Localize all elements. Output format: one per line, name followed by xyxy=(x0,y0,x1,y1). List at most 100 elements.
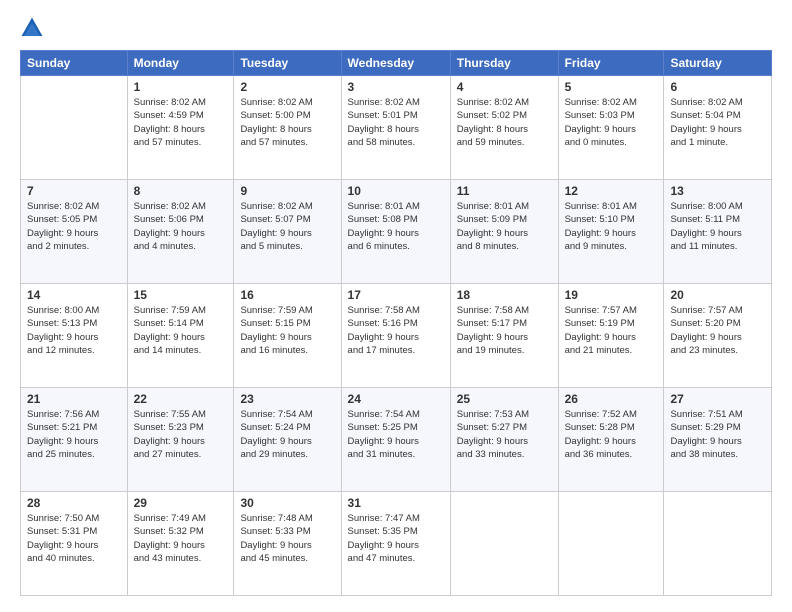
day-number: 14 xyxy=(27,288,121,302)
day-number: 24 xyxy=(348,392,444,406)
day-info: Sunrise: 7:57 AMSunset: 5:20 PMDaylight:… xyxy=(670,304,765,357)
day-number: 5 xyxy=(565,80,658,94)
calendar-cell: 31Sunrise: 7:47 AMSunset: 5:35 PMDayligh… xyxy=(341,492,450,596)
weekday-row: SundayMondayTuesdayWednesdayThursdayFrid… xyxy=(21,51,772,76)
day-number: 6 xyxy=(670,80,765,94)
day-number: 10 xyxy=(348,184,444,198)
day-number: 22 xyxy=(134,392,228,406)
day-info: Sunrise: 7:48 AMSunset: 5:33 PMDaylight:… xyxy=(240,512,334,565)
day-number: 30 xyxy=(240,496,334,510)
logo-icon xyxy=(20,16,44,40)
day-number: 9 xyxy=(240,184,334,198)
day-number: 3 xyxy=(348,80,444,94)
calendar-cell: 5 Sunrise: 8:02 AMSunset: 5:03 PMDaylight… xyxy=(558,76,664,180)
calendar-cell: 12Sunrise: 8:01 AMSunset: 5:10 PMDayligh… xyxy=(558,180,664,284)
day-info: Sunrise: 7:54 AMSunset: 5:24 PMDaylight:… xyxy=(240,408,334,461)
calendar-cell: 2 Sunrise: 8:02 AMSunset: 5:00 PMDaylight… xyxy=(234,76,341,180)
weekday-header-sunday: Sunday xyxy=(21,51,128,76)
calendar-cell: 15 Sunrise: 7:59 AMSunset: 5:14 PMDayligh… xyxy=(127,284,234,388)
day-info: Sunrise: 8:02 AMSunset: 5:07 PMDaylight:… xyxy=(240,200,334,253)
day-info: Sunrise: 7:56 AMSunset: 5:21 PMDaylight:… xyxy=(27,408,121,461)
day-number: 26 xyxy=(565,392,658,406)
day-info: Sunrise: 7:51 AMSunset: 5:29 PMDaylight:… xyxy=(670,408,765,461)
day-info: Sunrise: 8:00 AMSunset: 5:11 PMDaylight:… xyxy=(670,200,765,253)
day-number: 13 xyxy=(670,184,765,198)
day-number: 21 xyxy=(27,392,121,406)
day-number: 20 xyxy=(670,288,765,302)
week-row-1: 1 Sunrise: 8:02 AMSunset: 4:59 PMDaylight… xyxy=(21,76,772,180)
day-number: 19 xyxy=(565,288,658,302)
day-number: 23 xyxy=(240,392,334,406)
day-info: Sunrise: 7:54 AMSunset: 5:25 PMDaylight:… xyxy=(348,408,444,461)
calendar-cell: 24 Sunrise: 7:54 AMSunset: 5:25 PMDayligh… xyxy=(341,388,450,492)
calendar-cell xyxy=(450,492,558,596)
day-info: Sunrise: 8:02 AMSunset: 4:59 PMDaylight:… xyxy=(134,96,228,149)
day-info: Sunrise: 8:01 AMSunset: 5:10 PMDaylight:… xyxy=(565,200,658,253)
calendar-cell: 14 Sunrise: 8:00 AMSunset: 5:13 PMDayligh… xyxy=(21,284,128,388)
day-info: Sunrise: 8:02 AMSunset: 5:00 PMDaylight:… xyxy=(240,96,334,149)
header xyxy=(20,16,772,40)
calendar-cell: 3 Sunrise: 8:02 AMSunset: 5:01 PMDaylight… xyxy=(341,76,450,180)
week-row-3: 14 Sunrise: 8:00 AMSunset: 5:13 PMDayligh… xyxy=(21,284,772,388)
calendar-cell: 21 Sunrise: 7:56 AMSunset: 5:21 PMDayligh… xyxy=(21,388,128,492)
day-number: 11 xyxy=(457,184,552,198)
calendar-cell: 17Sunrise: 7:58 AMSunset: 5:16 PMDayligh… xyxy=(341,284,450,388)
weekday-header-wednesday: Wednesday xyxy=(341,51,450,76)
calendar-cell: 19 Sunrise: 7:57 AMSunset: 5:19 PMDayligh… xyxy=(558,284,664,388)
day-info: Sunrise: 7:53 AMSunset: 5:27 PMDaylight:… xyxy=(457,408,552,461)
calendar-cell: 26 Sunrise: 7:52 AMSunset: 5:28 PMDayligh… xyxy=(558,388,664,492)
calendar-body: 1 Sunrise: 8:02 AMSunset: 4:59 PMDaylight… xyxy=(21,76,772,596)
day-number: 27 xyxy=(670,392,765,406)
weekday-header-tuesday: Tuesday xyxy=(234,51,341,76)
weekday-header-saturday: Saturday xyxy=(664,51,772,76)
weekday-header-friday: Friday xyxy=(558,51,664,76)
day-number: 1 xyxy=(134,80,228,94)
day-info: Sunrise: 8:02 AMSunset: 5:05 PMDaylight:… xyxy=(27,200,121,253)
calendar-cell: 20 Sunrise: 7:57 AMSunset: 5:20 PMDayligh… xyxy=(664,284,772,388)
calendar-cell: 9 Sunrise: 8:02 AMSunset: 5:07 PMDaylight… xyxy=(234,180,341,284)
day-number: 7 xyxy=(27,184,121,198)
day-info: Sunrise: 8:02 AMSunset: 5:06 PMDaylight:… xyxy=(134,200,228,253)
day-info: Sunrise: 7:59 AMSunset: 5:15 PMDaylight:… xyxy=(240,304,334,357)
day-info: Sunrise: 7:59 AMSunset: 5:14 PMDaylight:… xyxy=(134,304,228,357)
day-number: 15 xyxy=(134,288,228,302)
calendar-cell: 29Sunrise: 7:49 AMSunset: 5:32 PMDayligh… xyxy=(127,492,234,596)
day-number: 25 xyxy=(457,392,552,406)
calendar-cell: 1 Sunrise: 8:02 AMSunset: 4:59 PMDaylight… xyxy=(127,76,234,180)
week-row-5: 28 Sunrise: 7:50 AMSunset: 5:31 PMDayligh… xyxy=(21,492,772,596)
day-info: Sunrise: 8:02 AMSunset: 5:01 PMDaylight:… xyxy=(348,96,444,149)
calendar-cell: 27 Sunrise: 7:51 AMSunset: 5:29 PMDayligh… xyxy=(664,388,772,492)
day-info: Sunrise: 8:01 AMSunset: 5:09 PMDaylight:… xyxy=(457,200,552,253)
week-row-2: 7 Sunrise: 8:02 AMSunset: 5:05 PMDaylight… xyxy=(21,180,772,284)
logo xyxy=(20,16,46,40)
calendar-cell xyxy=(558,492,664,596)
calendar-cell: 23 Sunrise: 7:54 AMSunset: 5:24 PMDayligh… xyxy=(234,388,341,492)
day-info: Sunrise: 7:58 AMSunset: 5:17 PMDaylight:… xyxy=(457,304,552,357)
calendar-cell: 16Sunrise: 7:59 AMSunset: 5:15 PMDayligh… xyxy=(234,284,341,388)
day-info: Sunrise: 8:00 AMSunset: 5:13 PMDaylight:… xyxy=(27,304,121,357)
day-info: Sunrise: 7:55 AMSunset: 5:23 PMDaylight:… xyxy=(134,408,228,461)
calendar-cell: 8 Sunrise: 8:02 AMSunset: 5:06 PMDaylight… xyxy=(127,180,234,284)
day-info: Sunrise: 7:50 AMSunset: 5:31 PMDaylight:… xyxy=(27,512,121,565)
day-info: Sunrise: 7:49 AMSunset: 5:32 PMDaylight:… xyxy=(134,512,228,565)
calendar-cell: 10 Sunrise: 8:01 AMSunset: 5:08 PMDayligh… xyxy=(341,180,450,284)
day-number: 4 xyxy=(457,80,552,94)
calendar-cell: 25 Sunrise: 7:53 AMSunset: 5:27 PMDayligh… xyxy=(450,388,558,492)
calendar-cell: 11 Sunrise: 8:01 AMSunset: 5:09 PMDayligh… xyxy=(450,180,558,284)
day-info: Sunrise: 8:01 AMSunset: 5:08 PMDaylight:… xyxy=(348,200,444,253)
day-number: 28 xyxy=(27,496,121,510)
day-number: 2 xyxy=(240,80,334,94)
calendar-cell: 13 Sunrise: 8:00 AMSunset: 5:11 PMDayligh… xyxy=(664,180,772,284)
day-info: Sunrise: 7:57 AMSunset: 5:19 PMDaylight:… xyxy=(565,304,658,357)
day-number: 8 xyxy=(134,184,228,198)
calendar-cell: 28 Sunrise: 7:50 AMSunset: 5:31 PMDayligh… xyxy=(21,492,128,596)
day-info: Sunrise: 8:02 AMSunset: 5:03 PMDaylight:… xyxy=(565,96,658,149)
calendar-cell xyxy=(664,492,772,596)
day-info: Sunrise: 8:02 AMSunset: 5:02 PMDaylight:… xyxy=(457,96,552,149)
day-info: Sunrise: 7:58 AMSunset: 5:16 PMDaylight:… xyxy=(348,304,444,357)
day-info: Sunrise: 7:52 AMSunset: 5:28 PMDaylight:… xyxy=(565,408,658,461)
calendar-table: SundayMondayTuesdayWednesdayThursdayFrid… xyxy=(20,50,772,596)
calendar-cell xyxy=(21,76,128,180)
calendar-header: SundayMondayTuesdayWednesdayThursdayFrid… xyxy=(21,51,772,76)
calendar-cell: 6Sunrise: 8:02 AMSunset: 5:04 PMDaylight… xyxy=(664,76,772,180)
